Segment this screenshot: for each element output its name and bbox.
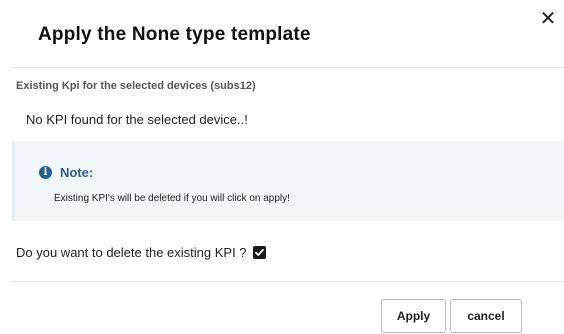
dialog-title: Apply the None type template	[38, 24, 311, 45]
info-icon: i	[39, 166, 52, 179]
apply-button[interactable]: Apply	[381, 299, 446, 333]
cancel-button[interactable]: cancel	[450, 299, 522, 333]
header-divider	[10, 67, 564, 68]
note-text: Existing KPI's will be deleted if you wi…	[54, 193, 290, 204]
footer-divider	[10, 281, 564, 282]
close-icon[interactable]: ✕	[538, 8, 558, 28]
no-kpi-message: No KPI found for the selected device..!	[26, 112, 248, 127]
note-title: Note:	[60, 165, 94, 180]
existing-kpi-label: Existing Kpi for the selected devices (s…	[16, 80, 256, 92]
checkmark-icon	[254, 248, 264, 256]
note-header: i Note:	[39, 165, 93, 180]
note-panel: i Note: Existing KPI's will be deleted i…	[12, 141, 564, 221]
delete-confirm-checkbox[interactable]	[252, 246, 266, 259]
delete-confirm-label: Do you want to delete the existing KPI ?	[16, 245, 247, 260]
apply-template-dialog: ✕ Apply the None type template Existing …	[0, 0, 564, 334]
delete-confirm-row: Do you want to delete the existing KPI ?	[16, 245, 266, 260]
